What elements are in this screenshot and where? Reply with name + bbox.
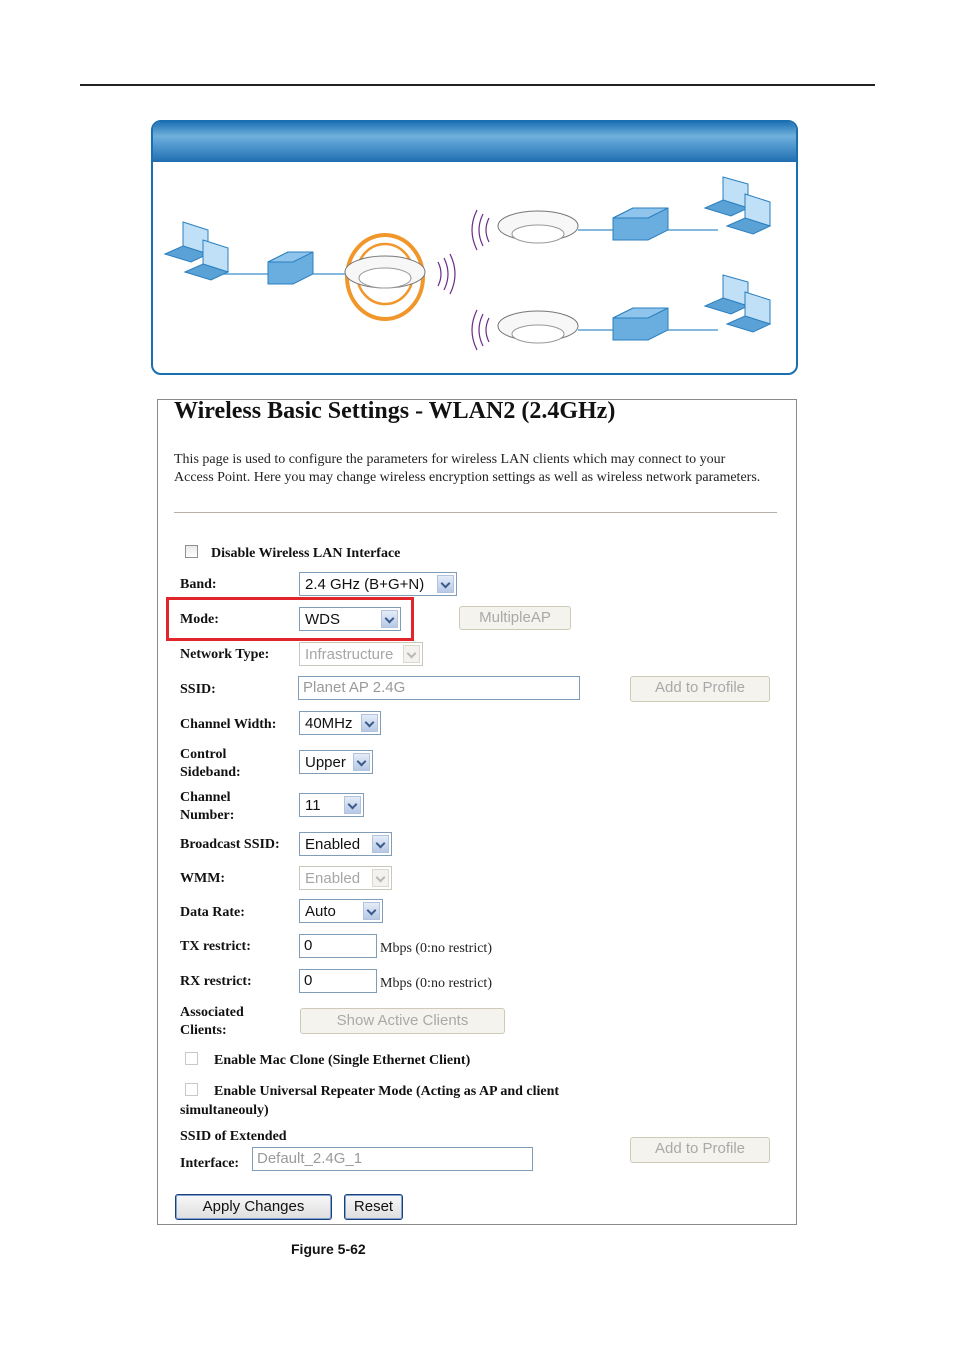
channel-width-label: Channel Width:	[180, 717, 277, 732]
channel-number-label-line1: Channel	[180, 790, 231, 805]
chevron-down-icon	[437, 575, 454, 593]
extended-ssid-add-to-profile-button[interactable]: Add to Profile	[630, 1137, 770, 1163]
universal-repeater-label-line2: simultaneouly)	[180, 1103, 269, 1118]
show-active-clients-button[interactable]: Show Active Clients	[300, 1008, 505, 1034]
broadcast-ssid-label: Broadcast SSID:	[180, 837, 280, 852]
channel-width-value: 40MHz	[305, 715, 353, 732]
page-title: Wireless Basic Settings - WLAN2 (2.4GHz)	[174, 398, 616, 424]
mac-clone-checkbox[interactable]	[185, 1052, 198, 1065]
wds-topology-diagram	[151, 120, 798, 375]
associated-clients-label-line2: Clients:	[180, 1023, 227, 1038]
topology-illustration	[163, 176, 772, 351]
wireless-signal-icon	[471, 309, 490, 351]
band-select[interactable]: 2.4 GHz (B+G+N)	[299, 572, 457, 596]
laptop-icon	[703, 274, 772, 333]
network-type-select[interactable]: Infrastructure	[299, 642, 423, 666]
network-type-label: Network Type:	[180, 647, 270, 662]
multiple-ap-button[interactable]: MultipleAP	[459, 606, 571, 630]
control-sideband-label-line2: Sideband:	[180, 765, 241, 780]
disable-wlan-label: Disable Wireless LAN Interface	[211, 546, 401, 561]
extended-ssid-label-line1: SSID of Extended	[180, 1129, 287, 1144]
associated-clients-label-line1: Associated	[180, 1005, 244, 1020]
wmm-value: Enabled	[305, 870, 361, 887]
ssid-input[interactable]: Planet AP 2.4G	[298, 676, 580, 700]
chevron-down-icon	[372, 835, 389, 853]
control-sideband-label-line1: Control	[180, 747, 227, 762]
tx-restrict-label: TX restrict:	[180, 939, 251, 954]
ssid-add-to-profile-button[interactable]: Add to Profile	[630, 676, 770, 702]
chevron-down-icon	[344, 796, 361, 814]
switch-icon	[612, 207, 669, 241]
channel-width-select[interactable]: 40MHz	[299, 711, 381, 735]
rx-restrict-note: Mbps (0:no restrict)	[380, 976, 492, 991]
wireless-signal-icon	[471, 209, 490, 251]
channel-number-select[interactable]: 11	[299, 793, 364, 817]
chevron-down-icon	[353, 753, 370, 771]
band-value: 2.4 GHz (B+G+N)	[305, 576, 425, 593]
reset-button[interactable]: Reset	[344, 1194, 403, 1220]
data-rate-select[interactable]: Auto	[299, 899, 383, 923]
universal-repeater-label-line1: Enable Universal Repeater Mode (Acting a…	[214, 1084, 560, 1099]
laptop-icon	[703, 176, 772, 235]
page-header-rule	[80, 84, 875, 86]
page-description: This page is used to configure the param…	[174, 452, 761, 485]
control-sideband-select[interactable]: Upper	[299, 750, 373, 774]
mode-highlight-box	[166, 597, 414, 641]
wmm-select[interactable]: Enabled	[299, 866, 392, 890]
diagram-header-bar	[153, 122, 796, 162]
broadcast-ssid-value: Enabled	[305, 836, 361, 853]
mac-clone-label: Enable Mac Clone (Single Ethernet Client…	[214, 1053, 471, 1068]
chevron-down-icon	[372, 869, 389, 887]
network-type-value: Infrastructure	[305, 646, 394, 663]
chevron-down-icon	[363, 902, 380, 920]
tx-restrict-input[interactable]: 0	[299, 934, 377, 958]
divider	[174, 512, 777, 513]
tx-restrict-note: Mbps (0:no restrict)	[380, 941, 492, 956]
remote-access-point-icon	[497, 210, 579, 244]
extended-ssid-label-line2: Interface:	[180, 1156, 240, 1171]
data-rate-label: Data Rate:	[180, 905, 245, 920]
channel-number-label-line2: Number:	[180, 808, 235, 823]
laptop-icon	[163, 221, 230, 281]
chevron-down-icon	[403, 645, 420, 663]
figure-caption: Figure 5-62	[291, 1241, 366, 1257]
control-sideband-value: Upper	[305, 754, 346, 771]
disable-wlan-checkbox[interactable]	[185, 545, 198, 558]
extended-ssid-input[interactable]: Default_2.4G_1	[252, 1147, 533, 1171]
rx-restrict-input[interactable]: 0	[299, 969, 377, 993]
channel-number-value: 11	[305, 797, 321, 814]
broadcast-ssid-select[interactable]: Enabled	[299, 832, 392, 856]
remote-access-point-icon	[497, 310, 579, 344]
switch-icon	[267, 251, 314, 285]
rx-restrict-label: RX restrict:	[180, 974, 252, 989]
wmm-label: WMM:	[180, 871, 226, 886]
ssid-label: SSID:	[180, 682, 216, 697]
access-point-icon	[344, 233, 426, 321]
wireless-signal-icon	[437, 253, 456, 295]
apply-changes-button[interactable]: Apply Changes	[175, 1194, 332, 1220]
data-rate-value: Auto	[305, 903, 336, 920]
chevron-down-icon	[361, 714, 378, 732]
band-label: Band:	[180, 577, 217, 592]
switch-icon	[612, 307, 669, 341]
universal-repeater-checkbox[interactable]	[185, 1083, 198, 1096]
